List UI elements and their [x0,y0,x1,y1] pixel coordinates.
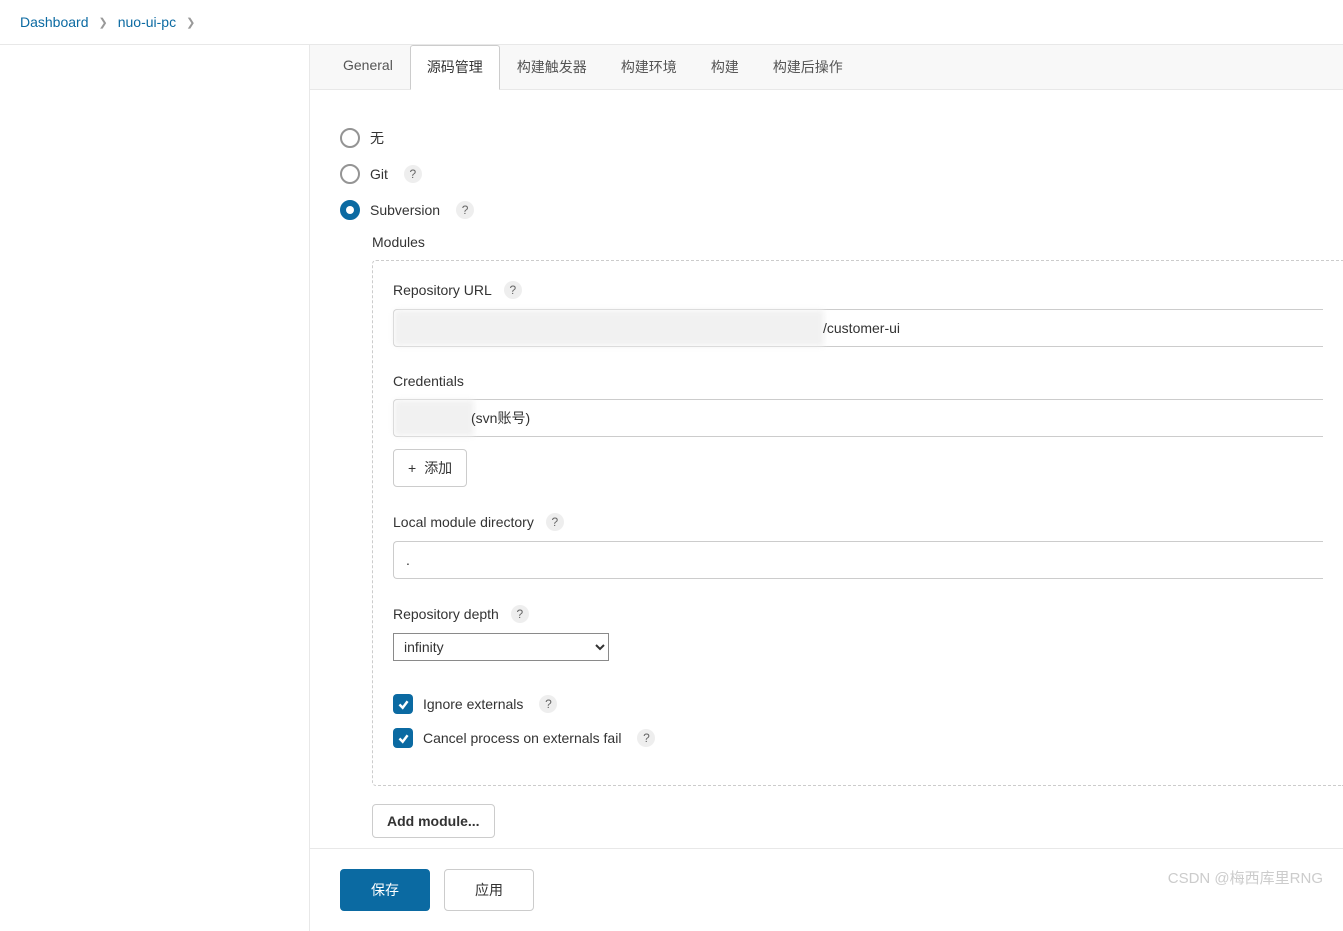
add-credentials-button[interactable]: + 添加 [393,449,467,487]
tab-bar: General 源码管理 构建触发器 构建环境 构建 构建后操作 [310,45,1343,90]
help-icon[interactable]: ? [546,513,564,531]
plus-icon: + [408,460,416,476]
chevron-right-icon: ❯ [99,16,108,29]
breadcrumb-dashboard[interactable]: Dashboard [20,14,89,30]
tab-build[interactable]: 构建 [694,45,756,89]
radio-git[interactable] [340,164,360,184]
depth-label: Repository depth [393,606,499,622]
radio-subversion[interactable] [340,200,360,220]
credentials-value: (svn账号) [471,399,530,437]
tab-general[interactable]: General [326,45,410,89]
save-button[interactable]: 保存 [340,869,430,911]
repo-url-label: Repository URL [393,282,492,298]
help-icon[interactable]: ? [504,281,522,299]
ignore-externals-checkbox[interactable] [393,694,413,714]
redacted-area [394,400,474,436]
add-module-button[interactable]: Add module... [372,804,495,838]
local-dir-label: Local module directory [393,514,534,530]
credentials-label: Credentials [393,373,464,389]
help-icon[interactable]: ? [637,729,655,747]
help-icon[interactable]: ? [539,695,557,713]
cancel-externals-checkbox[interactable] [393,728,413,748]
sidebar [0,45,310,931]
apply-button[interactable]: 应用 [444,869,534,911]
radio-subversion-label: Subversion [370,202,440,218]
repo-url-value: /customer-ui [823,309,900,347]
redacted-area [394,310,824,346]
add-label: 添加 [424,458,452,478]
ignore-externals-label: Ignore externals [423,696,523,712]
local-dir-input[interactable] [393,541,1323,579]
tab-triggers[interactable]: 构建触发器 [500,45,604,89]
cancel-externals-label: Cancel process on externals fail [423,730,621,746]
credentials-input[interactable] [393,399,1323,437]
add-module-label: Add module... [387,813,480,829]
chevron-right-icon: ❯ [186,16,195,29]
radio-none-label: 无 [370,128,384,148]
footer: 保存 应用 [310,848,1343,931]
help-icon[interactable]: ? [511,605,529,623]
modules-label: Modules [372,234,1343,250]
help-icon[interactable]: ? [404,165,422,183]
radio-git-label: Git [370,166,388,182]
tab-scm[interactable]: 源码管理 [410,45,500,90]
breadcrumb-project[interactable]: nuo-ui-pc [118,14,176,30]
breadcrumb: Dashboard ❯ nuo-ui-pc ❯ [0,0,1343,45]
tab-env[interactable]: 构建环境 [604,45,694,89]
depth-select[interactable]: infinity [393,633,609,661]
tab-post[interactable]: 构建后操作 [756,45,860,89]
help-icon[interactable]: ? [456,201,474,219]
radio-none[interactable] [340,128,360,148]
module-box: Repository URL ? /customer-ui Credential… [372,260,1343,786]
